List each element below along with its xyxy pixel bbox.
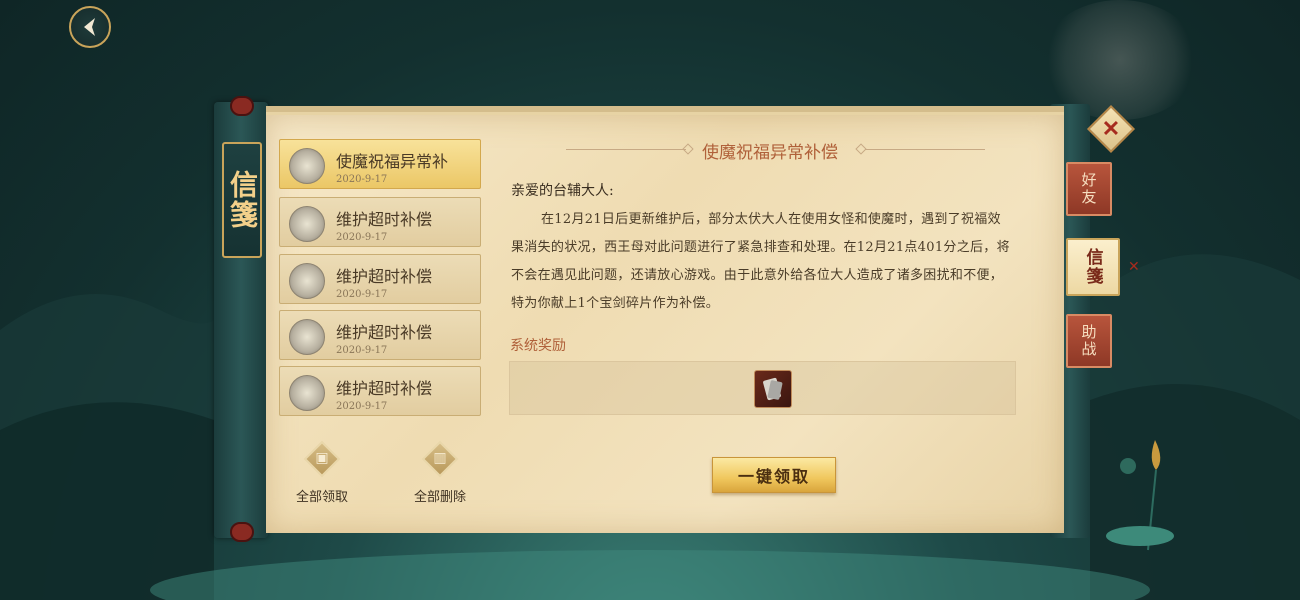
mail-greeting: 亲爱的台辅大人: [511, 183, 614, 199]
mail-list-item[interactable]: 维护超时补偿 2020-9-17 [279, 366, 481, 416]
mail-list-item[interactable]: 维护超时补偿 2020-9-17 [279, 254, 481, 304]
scroll-cap-bottom [230, 522, 254, 542]
mail-list-item[interactable]: 维护超时补偿 2020-9-17 [279, 310, 481, 360]
mail-scroll-icon [289, 375, 325, 411]
tab-friends[interactable]: 好友 [1066, 162, 1112, 216]
chevron-left-icon [84, 18, 95, 36]
mail-date: 2020-9-17 [336, 401, 388, 412]
tassel-icon: ✕ [1128, 259, 1140, 275]
mail-scroll-icon [289, 206, 325, 242]
mail-title: 维护超时补偿 [336, 323, 433, 342]
mail-title: 维护超时补偿 [336, 267, 433, 286]
mail-title: 维护超时补偿 [336, 210, 433, 229]
mail-scroll-icon [289, 319, 325, 355]
sword-shard-icon [763, 377, 783, 401]
mail-date: 2020-9-17 [336, 174, 388, 185]
delete-all-label: 全部删除 [413, 490, 466, 505]
back-button[interactable] [69, 6, 111, 48]
panel-title: 信箋 [222, 142, 262, 258]
mail-body: 在12月21日后更新维护后，部分太伏大人在使用女怪和使魔时，遇到了祝福效果消失的… [511, 212, 1010, 311]
tab-assist[interactable]: 助战 [1066, 314, 1112, 368]
mail-date: 2020-9-17 [336, 289, 388, 300]
mail-title: 使魔祝福异常补 [336, 152, 449, 171]
mail-scroll-icon [289, 263, 325, 299]
reward-label: 系统奖励 [510, 338, 566, 354]
claim-one-click-button[interactable]: 一键领取 [712, 457, 836, 493]
lotus-decoration [1106, 440, 1174, 551]
reward-item[interactable] [754, 370, 792, 408]
claim-all-label: 全部领取 [295, 490, 348, 505]
title-divider-right [865, 149, 985, 150]
mail-date: 2020-9-17 [336, 232, 388, 243]
mail-date: 2020-9-17 [336, 345, 388, 356]
tab-letters[interactable]: 信箋 [1066, 238, 1120, 296]
mail-scroll-icon [289, 148, 325, 184]
mail-list-item[interactable]: 维护超时补偿 2020-9-17 [279, 197, 481, 247]
delete-all-button[interactable]: ▥ 全部删除 [400, 440, 480, 505]
scroll-cap-top [230, 96, 254, 116]
mail-title: 维护超时补偿 [336, 379, 433, 398]
mail-list-item[interactable]: 使魔祝福异常补 2020-9-17 [279, 139, 481, 189]
mail-detail-title: 使魔祝福异常补偿 [702, 143, 838, 163]
claim-all-button[interactable]: ▣ 全部领取 [282, 440, 362, 505]
